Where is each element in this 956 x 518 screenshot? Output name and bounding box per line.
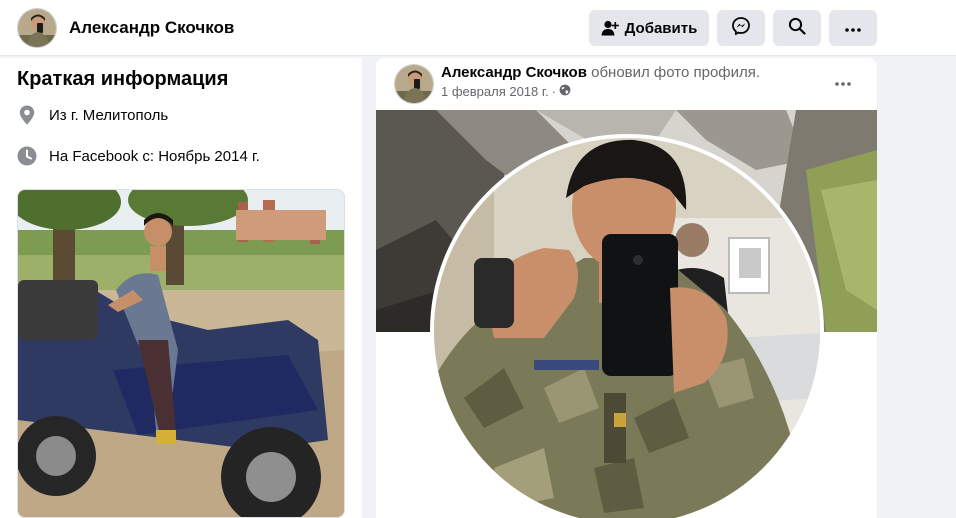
post-author[interactable]: Александр Скочков (441, 64, 587, 81)
clock-icon (17, 146, 37, 166)
location-pin-icon (17, 105, 37, 125)
add-friend-label: Добавить (624, 19, 698, 37)
top-bar: Александр Скочков Добавить (0, 0, 956, 56)
profile-name[interactable]: Александр Скочков (69, 18, 234, 38)
avatar[interactable] (17, 8, 57, 48)
joined-row: На Facebook с: Ноябрь 2014 г. (17, 146, 260, 166)
post-meta: 1 февраля 2018 г. · (441, 84, 571, 99)
add-friend-button[interactable]: Добавить (589, 10, 709, 46)
search-button[interactable] (773, 10, 821, 46)
search-icon (788, 17, 806, 40)
post-more-button[interactable] (827, 66, 859, 98)
featured-photo[interactable] (17, 189, 345, 518)
person-plus-icon (601, 20, 619, 36)
intro-card: Краткая информация Из г. Мелитополь На F… (0, 58, 362, 518)
post-action: обновил фото профиля. (591, 64, 761, 81)
hometown-text: Из г. Мелитополь (49, 106, 169, 124)
post-date[interactable]: 1 февраля 2018 г. (441, 84, 549, 99)
joined-text: На Facebook с: Ноябрь 2014 г. (49, 147, 260, 165)
post-card: Александр Скочков обновил фото профиля. … (376, 58, 877, 518)
more-icon (845, 19, 861, 37)
post-header: Александр Скочков обновил фото профиля. (441, 64, 760, 81)
messenger-button[interactable] (717, 10, 765, 46)
hometown-row: Из г. Мелитополь (17, 105, 168, 125)
avatar[interactable] (394, 64, 434, 104)
intro-title: Краткая информация (17, 68, 229, 90)
meta-separator: · (551, 84, 557, 99)
more-icon (835, 73, 851, 91)
messenger-icon (732, 16, 750, 40)
more-button[interactable] (829, 10, 877, 46)
profile-photo[interactable] (430, 134, 824, 518)
globe-icon (559, 84, 571, 99)
